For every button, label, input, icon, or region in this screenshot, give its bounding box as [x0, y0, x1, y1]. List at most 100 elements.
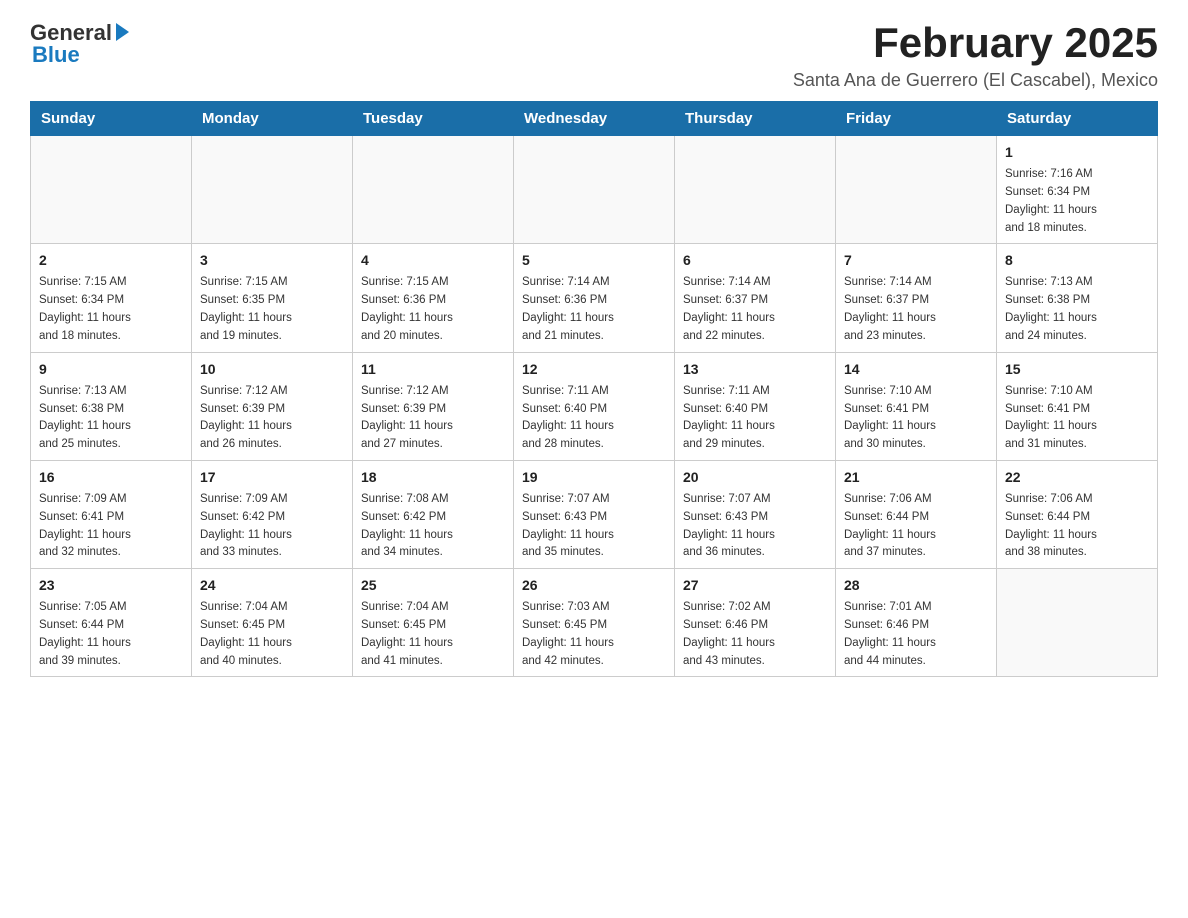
day-number: 26 — [522, 575, 666, 596]
day-number: 6 — [683, 250, 827, 271]
calendar-cell — [192, 136, 353, 244]
calendar-cell: 9 Sunrise: 7:13 AM Sunset: 6:38 PM Daylig… — [31, 352, 192, 460]
day-number: 27 — [683, 575, 827, 596]
page-title: February 2025 — [793, 20, 1158, 66]
day-info: Sunrise: 7:14 AM Sunset: 6:36 PM Dayligh… — [522, 274, 666, 345]
day-number: 5 — [522, 250, 666, 271]
day-info: Sunrise: 7:05 AM Sunset: 6:44 PM Dayligh… — [39, 599, 183, 670]
day-number: 11 — [361, 359, 505, 380]
calendar-cell: 16 Sunrise: 7:09 AM Sunset: 6:41 PM Dayli… — [31, 460, 192, 568]
day-info: Sunrise: 7:13 AM Sunset: 6:38 PM Dayligh… — [1005, 274, 1149, 345]
calendar-cell: 22Sunrise: 7:06 AM Sunset: 6:44 PM Dayli… — [997, 460, 1158, 568]
calendar-cell: 5 Sunrise: 7:14 AM Sunset: 6:36 PM Daylig… — [514, 244, 675, 352]
day-info: Sunrise: 7:04 AM Sunset: 6:45 PM Dayligh… — [200, 599, 344, 670]
calendar-cell: 15 Sunrise: 7:10 AM Sunset: 6:41 PM Dayli… — [997, 352, 1158, 460]
page-subtitle: Santa Ana de Guerrero (El Cascabel), Mex… — [793, 70, 1158, 91]
day-info: Sunrise: 7:07 AM Sunset: 6:43 PM Dayligh… — [683, 491, 827, 562]
day-info: Sunrise: 7:02 AM Sunset: 6:46 PM Dayligh… — [683, 599, 827, 670]
day-info: Sunrise: 7:11 AM Sunset: 6:40 PM Dayligh… — [522, 383, 666, 454]
day-info: Sunrise: 7:08 AM Sunset: 6:42 PM Dayligh… — [361, 491, 505, 562]
day-info: Sunrise: 7:16 AM Sunset: 6:34 PM Dayligh… — [1005, 166, 1149, 237]
day-number: 28 — [844, 575, 988, 596]
day-info: Sunrise: 7:09 AM Sunset: 6:41 PM Dayligh… — [39, 491, 183, 562]
calendar-cell: 3Sunrise: 7:15 AM Sunset: 6:35 PM Daylig… — [192, 244, 353, 352]
weekday-header-sunday: Sunday — [31, 102, 192, 136]
calendar-cell: 23 Sunrise: 7:05 AM Sunset: 6:44 PM Dayli… — [31, 569, 192, 677]
day-number: 15 — [1005, 359, 1149, 380]
calendar-cell: 13Sunrise: 7:11 AM Sunset: 6:40 PM Dayli… — [675, 352, 836, 460]
calendar-cell: 14 Sunrise: 7:10 AM Sunset: 6:41 PM Dayli… — [836, 352, 997, 460]
day-info: Sunrise: 7:15 AM Sunset: 6:36 PM Dayligh… — [361, 274, 505, 345]
calendar-week-row: 2 Sunrise: 7:15 AM Sunset: 6:34 PM Daylig… — [31, 244, 1158, 352]
calendar-week-row: 1 Sunrise: 7:16 AM Sunset: 6:34 PM Daylig… — [31, 136, 1158, 244]
day-number: 4 — [361, 250, 505, 271]
calendar-header: SundayMondayTuesdayWednesdayThursdayFrid… — [31, 102, 1158, 136]
day-number: 14 — [844, 359, 988, 380]
day-number: 19 — [522, 467, 666, 488]
day-number: 24 — [200, 575, 344, 596]
logo-blue-text: Blue — [32, 42, 80, 68]
day-number: 7 — [844, 250, 988, 271]
calendar-cell: 18Sunrise: 7:08 AM Sunset: 6:42 PM Dayli… — [353, 460, 514, 568]
day-info: Sunrise: 7:12 AM Sunset: 6:39 PM Dayligh… — [361, 383, 505, 454]
calendar-cell — [353, 136, 514, 244]
day-number: 21 — [844, 467, 988, 488]
day-number: 16 — [39, 467, 183, 488]
day-info: Sunrise: 7:14 AM Sunset: 6:37 PM Dayligh… — [683, 274, 827, 345]
day-info: Sunrise: 7:15 AM Sunset: 6:34 PM Dayligh… — [39, 274, 183, 345]
day-number: 20 — [683, 467, 827, 488]
weekday-header-wednesday: Wednesday — [514, 102, 675, 136]
calendar-cell: 17 Sunrise: 7:09 AM Sunset: 6:42 PM Dayli… — [192, 460, 353, 568]
day-number: 25 — [361, 575, 505, 596]
day-info: Sunrise: 7:07 AM Sunset: 6:43 PM Dayligh… — [522, 491, 666, 562]
day-info: Sunrise: 7:10 AM Sunset: 6:41 PM Dayligh… — [1005, 383, 1149, 454]
calendar-body: 1 Sunrise: 7:16 AM Sunset: 6:34 PM Daylig… — [31, 136, 1158, 677]
day-info: Sunrise: 7:14 AM Sunset: 6:37 PM Dayligh… — [844, 274, 988, 345]
calendar-cell: 2 Sunrise: 7:15 AM Sunset: 6:34 PM Daylig… — [31, 244, 192, 352]
day-info: Sunrise: 7:10 AM Sunset: 6:41 PM Dayligh… — [844, 383, 988, 454]
calendar-week-row: 9 Sunrise: 7:13 AM Sunset: 6:38 PM Daylig… — [31, 352, 1158, 460]
day-number: 8 — [1005, 250, 1149, 271]
calendar-week-row: 23 Sunrise: 7:05 AM Sunset: 6:44 PM Dayli… — [31, 569, 1158, 677]
day-info: Sunrise: 7:01 AM Sunset: 6:46 PM Dayligh… — [844, 599, 988, 670]
weekday-header-monday: Monday — [192, 102, 353, 136]
day-number: 1 — [1005, 142, 1149, 163]
day-info: Sunrise: 7:11 AM Sunset: 6:40 PM Dayligh… — [683, 383, 827, 454]
weekday-header-row: SundayMondayTuesdayWednesdayThursdayFrid… — [31, 102, 1158, 136]
calendar-cell: 7 Sunrise: 7:14 AM Sunset: 6:37 PM Daylig… — [836, 244, 997, 352]
calendar-cell: 25Sunrise: 7:04 AM Sunset: 6:45 PM Dayli… — [353, 569, 514, 677]
day-number: 3 — [200, 250, 344, 271]
calendar-cell: 21 Sunrise: 7:06 AM Sunset: 6:44 PM Dayli… — [836, 460, 997, 568]
weekday-header-friday: Friday — [836, 102, 997, 136]
day-number: 10 — [200, 359, 344, 380]
calendar-cell: 28 Sunrise: 7:01 AM Sunset: 6:46 PM Dayli… — [836, 569, 997, 677]
day-info: Sunrise: 7:06 AM Sunset: 6:44 PM Dayligh… — [844, 491, 988, 562]
calendar-week-row: 16 Sunrise: 7:09 AM Sunset: 6:41 PM Dayli… — [31, 460, 1158, 568]
day-number: 2 — [39, 250, 183, 271]
calendar-cell: 27 Sunrise: 7:02 AM Sunset: 6:46 PM Dayli… — [675, 569, 836, 677]
day-info: Sunrise: 7:12 AM Sunset: 6:39 PM Dayligh… — [200, 383, 344, 454]
calendar-cell — [997, 569, 1158, 677]
calendar-cell: 6 Sunrise: 7:14 AM Sunset: 6:37 PM Daylig… — [675, 244, 836, 352]
day-number: 17 — [200, 467, 344, 488]
calendar-cell: 20 Sunrise: 7:07 AM Sunset: 6:43 PM Dayli… — [675, 460, 836, 568]
calendar-cell — [31, 136, 192, 244]
calendar-cell — [675, 136, 836, 244]
day-info: Sunrise: 7:03 AM Sunset: 6:45 PM Dayligh… — [522, 599, 666, 670]
calendar-cell: 24 Sunrise: 7:04 AM Sunset: 6:45 PM Dayli… — [192, 569, 353, 677]
day-info: Sunrise: 7:13 AM Sunset: 6:38 PM Dayligh… — [39, 383, 183, 454]
day-number: 12 — [522, 359, 666, 380]
weekday-header-saturday: Saturday — [997, 102, 1158, 136]
calendar-cell — [836, 136, 997, 244]
logo: General Blue — [30, 20, 129, 68]
calendar-cell: 1 Sunrise: 7:16 AM Sunset: 6:34 PM Daylig… — [997, 136, 1158, 244]
calendar-cell: 10 Sunrise: 7:12 AM Sunset: 6:39 PM Dayli… — [192, 352, 353, 460]
calendar-cell: 12 Sunrise: 7:11 AM Sunset: 6:40 PM Dayli… — [514, 352, 675, 460]
day-number: 23 — [39, 575, 183, 596]
day-number: 9 — [39, 359, 183, 380]
calendar-cell: 19 Sunrise: 7:07 AM Sunset: 6:43 PM Dayli… — [514, 460, 675, 568]
title-block: February 2025 Santa Ana de Guerrero (El … — [793, 20, 1158, 91]
logo-arrow-icon — [116, 23, 129, 41]
calendar-cell: 11 Sunrise: 7:12 AM Sunset: 6:39 PM Dayli… — [353, 352, 514, 460]
day-info: Sunrise: 7:09 AM Sunset: 6:42 PM Dayligh… — [200, 491, 344, 562]
